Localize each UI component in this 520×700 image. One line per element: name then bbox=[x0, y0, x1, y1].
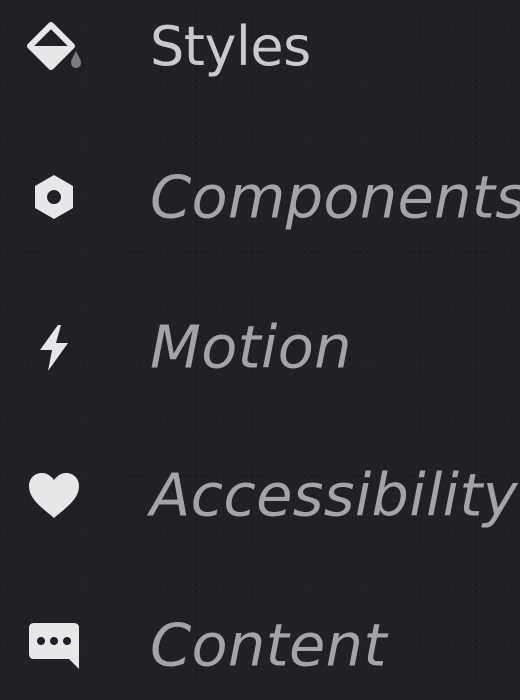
hexagon-icon bbox=[24, 167, 84, 227]
nav-label-styles: Styles bbox=[150, 15, 311, 78]
lightning-bolt-icon bbox=[24, 317, 84, 377]
nav-label-content: Content bbox=[150, 610, 387, 680]
nav-item-components[interactable]: Components bbox=[0, 142, 520, 252]
nav-label-motion: Motion bbox=[150, 312, 352, 382]
nav-item-content[interactable]: Content bbox=[0, 590, 520, 700]
nav-item-styles[interactable]: Styles bbox=[0, 0, 520, 102]
chat-bubble-icon bbox=[24, 615, 84, 675]
paint-bucket-icon bbox=[24, 17, 84, 77]
nav-item-motion[interactable]: Motion bbox=[0, 292, 520, 402]
nav-label-components: Components bbox=[150, 162, 520, 232]
nav-item-accessibility[interactable]: Accessibility bbox=[0, 440, 520, 550]
nav-label-accessibility: Accessibility bbox=[150, 460, 518, 530]
heart-icon bbox=[24, 465, 84, 525]
side-navigation: Styles Components Motion Accessibility C… bbox=[0, 0, 520, 676]
